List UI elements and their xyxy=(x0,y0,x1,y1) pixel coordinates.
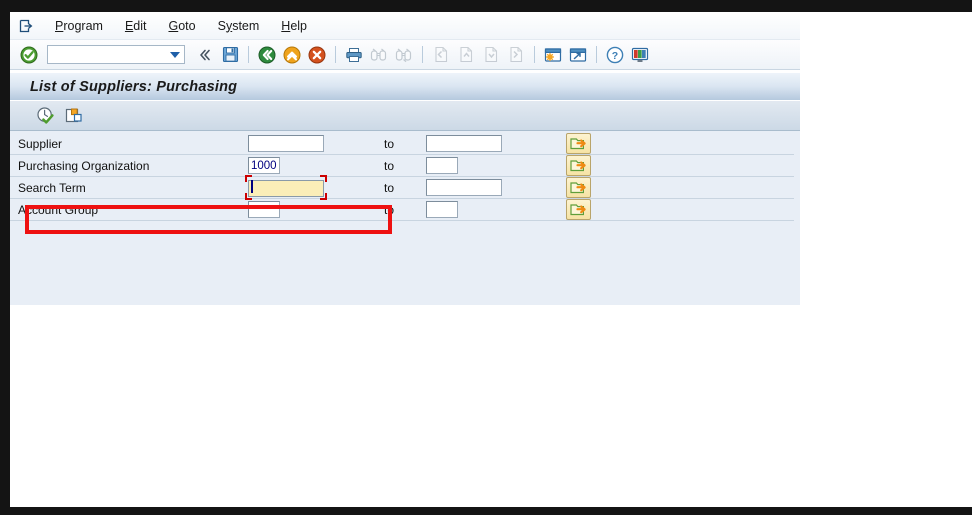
selection-row-supplier: Supplier to xyxy=(10,133,794,155)
field-label-purchasing-organization: Purchasing Organization xyxy=(10,155,248,177)
command-field[interactable] xyxy=(47,45,185,64)
to-label-search-term: to xyxy=(384,180,395,195)
back-icon[interactable] xyxy=(256,44,278,66)
to-label-account-group: to xyxy=(384,202,395,217)
multiple-selection-icon[interactable] xyxy=(63,105,85,127)
supplier-to-input[interactable] xyxy=(426,135,502,152)
multi-selection-button-account-group[interactable] xyxy=(566,199,591,220)
purchasing-organization-from-input[interactable] xyxy=(248,157,280,174)
field-label-account-group: Account Group xyxy=(10,199,248,221)
toolbar-separator xyxy=(534,46,535,63)
toolbar-separator xyxy=(422,46,423,63)
find-icon[interactable] xyxy=(368,44,390,66)
help-icon[interactable]: ? xyxy=(604,44,626,66)
menu-label-edit-rest: dit xyxy=(133,18,147,33)
field-label-supplier: Supplier xyxy=(10,133,248,155)
multi-selection-button-supplier[interactable] xyxy=(566,133,591,154)
toolbar-separator xyxy=(596,46,597,63)
selection-screen: Supplier to Purchasing Organization 1000… xyxy=(10,131,800,306)
create-session-icon[interactable] xyxy=(542,44,564,66)
menu-label-help-rest: elp xyxy=(290,18,308,33)
supplier-from-input[interactable] xyxy=(248,135,324,152)
application-toolbar xyxy=(10,101,800,131)
system-toolbar: ? xyxy=(10,40,800,70)
account-group-from-input[interactable] xyxy=(248,201,280,218)
svg-text:?: ? xyxy=(612,50,618,62)
exit-icon[interactable] xyxy=(281,44,303,66)
menu-label-system-rest: stem xyxy=(232,18,260,33)
execute-icon[interactable] xyxy=(34,105,56,127)
green-check-enter-icon[interactable] xyxy=(18,44,40,66)
search-term-to-input[interactable] xyxy=(426,179,502,196)
menu-item-program[interactable]: Program xyxy=(44,17,114,35)
multi-selection-button-search-term[interactable] xyxy=(566,177,591,198)
focus-corner-top-left xyxy=(245,175,252,183)
menu-item-edit[interactable]: Edit xyxy=(114,17,158,35)
create-shortcut-icon[interactable] xyxy=(567,44,589,66)
customize-layout-icon[interactable] xyxy=(629,44,651,66)
focus-corner-top-right xyxy=(320,175,327,183)
new-session-icon[interactable] xyxy=(16,17,36,35)
screenshot-frame: Program Edit Goto System Help ? List of … xyxy=(0,0,972,515)
selection-row-account-group: Account Group to xyxy=(10,199,794,221)
last-page-icon[interactable] xyxy=(505,44,527,66)
search-term-from-input[interactable] xyxy=(248,179,324,197)
save-icon[interactable] xyxy=(219,44,241,66)
menu-item-goto[interactable]: Goto xyxy=(157,17,206,35)
first-page-icon[interactable] xyxy=(430,44,452,66)
field-label-search-term: Search Term xyxy=(10,177,248,199)
toolbar-separator xyxy=(248,46,249,63)
find-next-icon[interactable] xyxy=(393,44,415,66)
menu-item-system[interactable]: System xyxy=(207,17,271,35)
menu-item-help[interactable]: Help xyxy=(270,17,318,35)
selection-row-purchasing-organization: Purchasing Organization to xyxy=(10,155,794,177)
command-input[interactable] xyxy=(48,47,172,62)
purchasing-organization-to-input[interactable] xyxy=(426,157,458,174)
sap-gui-window: Program Edit Goto System Help ? List of … xyxy=(10,12,800,315)
next-page-icon[interactable] xyxy=(480,44,502,66)
multi-selection-button-purchasing-organization[interactable] xyxy=(566,155,591,176)
selection-row-search-term: Search Term to xyxy=(10,175,794,200)
screen-title-bar: List of Suppliers: Purchasing xyxy=(10,73,800,101)
collapse-toolbar-icon[interactable] xyxy=(194,44,216,66)
to-label-supplier: to xyxy=(384,136,395,151)
menu-label-goto-rest: oto xyxy=(178,18,196,33)
toolbar-separator xyxy=(335,46,336,63)
previous-page-icon[interactable] xyxy=(455,44,477,66)
search-term-from-focus-wrapper xyxy=(245,175,327,200)
chevron-down-icon[interactable] xyxy=(170,52,180,58)
page-title: List of Suppliers: Purchasing xyxy=(30,78,238,95)
menu-label-program-rest: rogram xyxy=(63,18,103,33)
cancel-icon[interactable] xyxy=(306,44,328,66)
account-group-to-input[interactable] xyxy=(426,201,458,218)
menu-bar: Program Edit Goto System Help xyxy=(10,12,800,40)
print-icon[interactable] xyxy=(343,44,365,66)
to-label-purchasing-organization: to xyxy=(384,158,395,173)
